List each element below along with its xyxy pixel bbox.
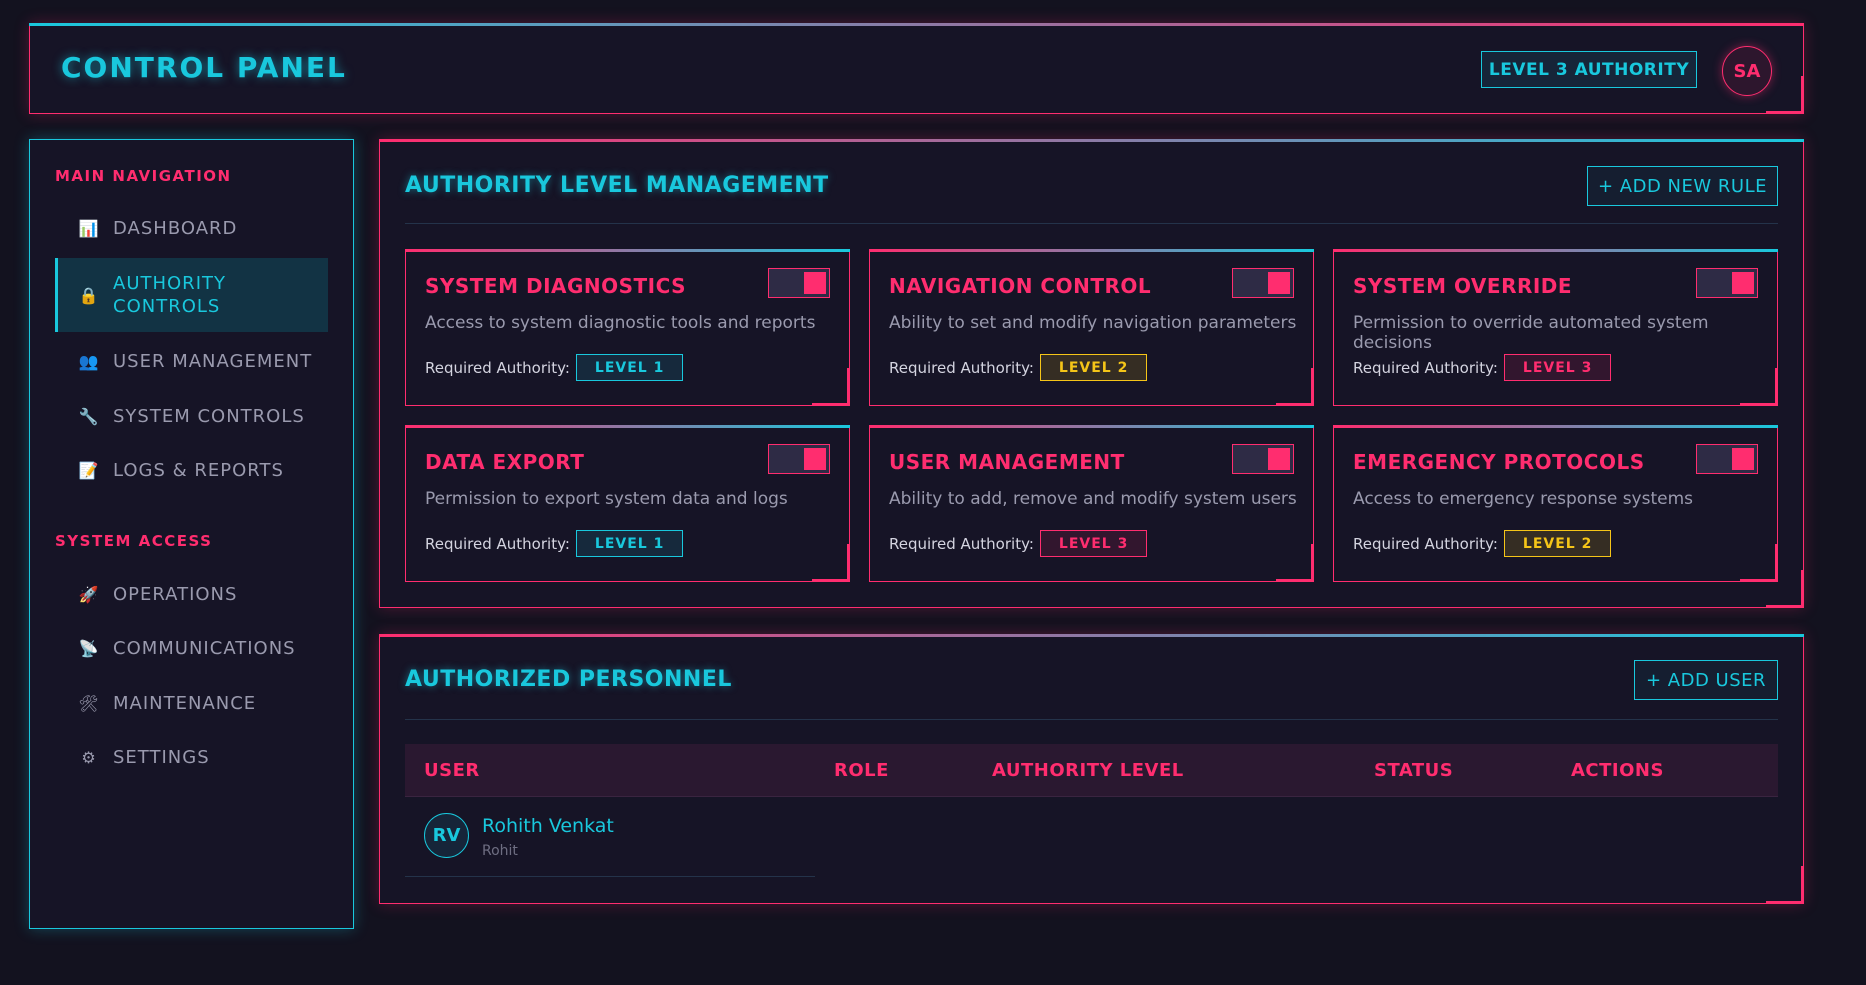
app-title: CONTROL PANEL (61, 51, 347, 84)
required-authority: Required Authority: LEVEL 2 (889, 354, 1148, 381)
sidebar-item-operations[interactable]: 🚀 OPERATIONS (55, 568, 328, 620)
permission-description: Ability to set and modify navigation par… (889, 313, 1297, 333)
wrench-icon: 🔧 (78, 406, 100, 426)
permission-card: EMERGENCY PROTOCOLS Access to emergency … (1333, 425, 1778, 582)
level-badge: LEVEL 2 (1503, 530, 1612, 557)
level-badge: LEVEL 2 (1039, 354, 1148, 381)
level-badge: LEVEL 3 (1503, 354, 1612, 381)
user-handle: Rohit (482, 843, 518, 859)
rocket-icon: 🚀 (78, 584, 100, 604)
required-authority-label: Required Authority: (1353, 534, 1498, 553)
permission-card: USER MANAGEMENT Ability to add, remove a… (869, 425, 1314, 582)
required-authority-label: Required Authority: (1353, 358, 1498, 377)
toggle-knob (1732, 448, 1754, 470)
corner-accent (1276, 544, 1314, 582)
lock-icon: 🔒 (78, 285, 100, 305)
panel-title: AUTHORITY LEVEL MANAGEMENT (405, 173, 829, 198)
users-icon: 👥 (78, 351, 100, 371)
sidebar-item-maintenance[interactable]: 🛠 MAINTENANCE (55, 677, 328, 729)
permission-description: Ability to add, remove and modify system… (889, 489, 1297, 509)
sidebar-item-settings[interactable]: ⚙ SETTINGS (55, 731, 328, 783)
gear-icon: ⚙ (81, 747, 97, 767)
top-header: CONTROL PANEL LEVEL 3 AUTHORITY SA (29, 23, 1804, 114)
corner-accent (812, 544, 850, 582)
permission-description: Access to emergency response systems (1353, 489, 1694, 509)
nav-section-access: SYSTEM ACCESS (55, 532, 213, 550)
permission-toggle[interactable] (1696, 268, 1758, 298)
column-header-user: USER (424, 760, 480, 781)
permission-toggle[interactable] (1696, 444, 1758, 474)
avatar: RV (424, 813, 469, 858)
permission-card: NAVIGATION CONTROL Ability to set and mo… (869, 249, 1314, 406)
chart-icon: 📊 (78, 218, 100, 238)
toggle-knob (1268, 448, 1290, 470)
panel-title: AUTHORIZED PERSONNEL (405, 667, 732, 692)
memo-icon: 📝 (78, 460, 100, 480)
permission-title: SYSTEM OVERRIDE (1353, 274, 1573, 298)
add-user-button[interactable]: + ADD USER (1634, 660, 1778, 700)
required-authority-label: Required Authority: (425, 534, 570, 553)
permission-toggle[interactable] (1232, 444, 1294, 474)
required-authority: Required Authority: LEVEL 1 (425, 354, 684, 381)
toggle-knob (1268, 272, 1290, 294)
level-badge: LEVEL 3 (1039, 530, 1148, 557)
corner-accent (1766, 866, 1804, 904)
add-new-rule-button[interactable]: + ADD NEW RULE (1587, 166, 1778, 206)
corner-accent (1740, 368, 1778, 406)
permission-card: SYSTEM OVERRIDE Permission to override a… (1333, 249, 1778, 406)
authority-level-badge: LEVEL 3 AUTHORITY (1481, 51, 1697, 88)
permission-title: DATA EXPORT (425, 450, 585, 474)
required-authority-label: Required Authority: (425, 358, 570, 377)
sidebar-item-dashboard[interactable]: 📊 DASHBOARD (55, 202, 328, 254)
sidebar-item-user-management[interactable]: 👥 USER MANAGEMENT (55, 335, 328, 387)
user-name: Rohith Venkat (482, 815, 614, 837)
column-header-actions: ACTIONS (1571, 760, 1664, 781)
corner-accent (812, 368, 850, 406)
permission-toggle[interactable] (1232, 268, 1294, 298)
required-authority-label: Required Authority: (889, 534, 1034, 553)
toggle-knob (804, 272, 826, 294)
permission-title: NAVIGATION CONTROL (889, 274, 1152, 298)
personnel-panel: AUTHORIZED PERSONNEL + ADD USER USER ROL… (379, 634, 1804, 904)
permission-title: EMERGENCY PROTOCOLS (1353, 450, 1645, 474)
required-authority: Required Authority: LEVEL 1 (425, 530, 684, 557)
toggle-knob (804, 448, 826, 470)
level-badge: LEVEL 1 (575, 530, 684, 557)
sidebar: MAIN NAVIGATION 📊 DASHBOARD 🔒 AUTHORITY … (29, 139, 354, 929)
corner-accent (1766, 76, 1804, 114)
corner-accent (1276, 368, 1314, 406)
sidebar-item-system-controls[interactable]: 🔧 SYSTEM CONTROLS (55, 390, 328, 442)
sidebar-item-authority-controls[interactable]: 🔒 AUTHORITY CONTROLS (55, 258, 328, 332)
level-badge: LEVEL 1 (575, 354, 684, 381)
permission-card: DATA EXPORT Permission to export system … (405, 425, 850, 582)
required-authority: Required Authority: LEVEL 2 (1353, 530, 1612, 557)
tools-icon: 🛠 (78, 693, 100, 713)
permission-title: SYSTEM DIAGNOSTICS (425, 274, 687, 298)
toggle-knob (1732, 272, 1754, 294)
permission-card: SYSTEM DIAGNOSTICS Access to system diag… (405, 249, 850, 406)
column-header-authority-level: AUTHORITY LEVEL (992, 760, 1184, 781)
permission-toggle[interactable] (768, 268, 830, 298)
panel-divider (405, 223, 1778, 224)
satellite-icon: 📡 (78, 638, 100, 658)
authority-management-panel: AUTHORITY LEVEL MANAGEMENT + ADD NEW RUL… (379, 139, 1804, 608)
permission-title: USER MANAGEMENT (889, 450, 1125, 474)
required-authority: Required Authority: LEVEL 3 (1353, 354, 1612, 381)
column-header-role: ROLE (834, 760, 889, 781)
nav-section-main: MAIN NAVIGATION (55, 167, 232, 185)
corner-accent (1766, 570, 1804, 608)
sidebar-item-logs-reports[interactable]: 📝 LOGS & REPORTS (55, 444, 328, 496)
required-authority: Required Authority: LEVEL 3 (889, 530, 1148, 557)
column-header-status: STATUS (1374, 760, 1454, 781)
profile-avatar[interactable]: SA (1722, 46, 1772, 96)
panel-divider (405, 719, 1778, 720)
sidebar-item-communications[interactable]: 📡 COMMUNICATIONS (55, 622, 328, 674)
permission-toggle[interactable] (768, 444, 830, 474)
permission-description: Access to system diagnostic tools and re… (425, 313, 816, 333)
permission-description: Permission to override automated system … (1353, 313, 1709, 353)
permission-description: Permission to export system data and log… (425, 489, 788, 509)
required-authority-label: Required Authority: (889, 358, 1034, 377)
table-header: USER ROLE AUTHORITY LEVEL STATUS ACTIONS (405, 744, 1778, 797)
table-row[interactable]: RV Rohith Venkat Rohit (405, 797, 815, 877)
